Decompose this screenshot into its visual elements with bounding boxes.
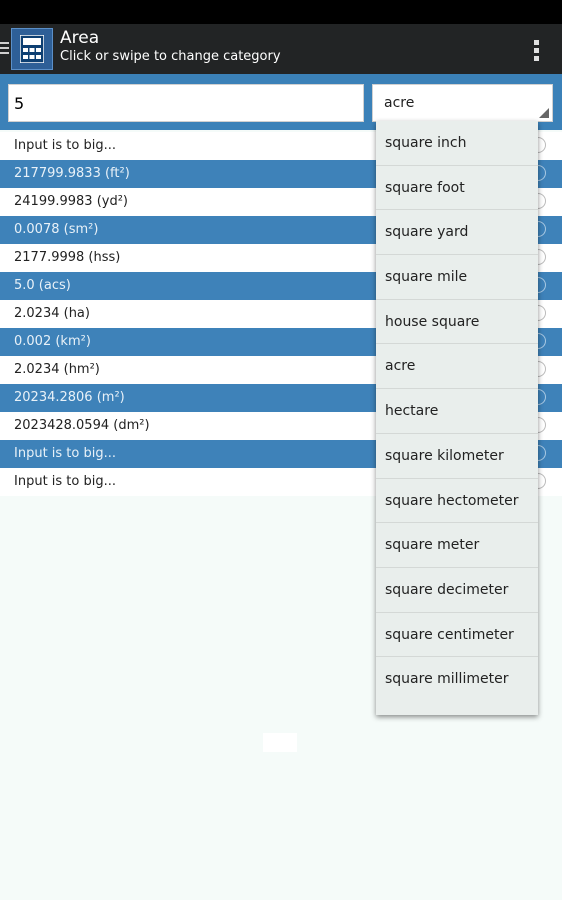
unit-option-label: square meter xyxy=(385,537,480,554)
unit-select[interactable]: acre xyxy=(372,84,553,122)
unit-option[interactable]: square decimeter xyxy=(376,568,538,613)
result-text: 2023428.0594 (dm²) xyxy=(14,418,150,433)
unit-select-value: acre xyxy=(384,95,415,111)
unit-option-label: square kilometer xyxy=(385,447,504,464)
unit-option-label: house square xyxy=(385,313,480,330)
unit-option-label: square centimeter xyxy=(385,626,514,643)
result-text: Input is to big... xyxy=(14,474,117,489)
unit-option[interactable]: house square xyxy=(376,300,538,345)
result-text: 24199.9983 (yd²) xyxy=(14,194,129,209)
unit-option-label: hectare xyxy=(385,403,439,420)
unit-option[interactable]: acre xyxy=(376,344,538,390)
unit-option[interactable]: square hectometer xyxy=(376,479,538,524)
page-title: Area xyxy=(60,28,100,48)
unit-option-label: square hectometer xyxy=(385,492,519,509)
unit-option[interactable]: square kilometer xyxy=(376,434,538,479)
unit-option[interactable]: square yard xyxy=(376,210,538,256)
unit-option[interactable]: square foot xyxy=(376,166,538,211)
unit-option[interactable]: square millimeter xyxy=(376,657,538,702)
result-text: Input is to big... xyxy=(14,138,117,153)
unit-option-label: square millimeter xyxy=(385,671,509,688)
calculator-icon[interactable] xyxy=(11,28,53,70)
page-subtitle: Click or swipe to change category xyxy=(60,49,281,64)
unit-option-label: square yard xyxy=(385,224,469,241)
overflow-menu-icon[interactable] xyxy=(534,40,540,64)
result-text: Input is to big... xyxy=(14,446,117,461)
unit-option-label: square foot xyxy=(385,179,465,196)
app-bar: Area Click or swipe to change category xyxy=(0,24,562,74)
result-text: 2177.9998 (hss) xyxy=(14,250,121,265)
result-text: 20234.2806 (m²) xyxy=(14,390,125,405)
unit-option[interactable]: square inch xyxy=(376,121,538,166)
result-text: 217799.9833 (ft²) xyxy=(14,166,130,181)
unit-option-label: acre xyxy=(385,358,416,375)
value-input[interactable] xyxy=(8,84,364,122)
unit-option[interactable]: square centimeter xyxy=(376,613,538,658)
status-bar xyxy=(0,0,562,24)
unit-option[interactable]: square meter xyxy=(376,523,538,568)
unit-option-label: square decimeter xyxy=(385,581,509,598)
dropdown-corner-icon xyxy=(539,108,549,118)
result-text: 2.0234 (hm²) xyxy=(14,362,100,377)
drawer-icon[interactable] xyxy=(0,42,9,57)
unit-option-label: square mile xyxy=(385,269,468,286)
unit-option-label: square inch xyxy=(385,135,467,151)
result-text: 0.002 (km²) xyxy=(14,334,91,349)
result-text: 0.0078 (sm²) xyxy=(14,222,99,237)
unit-dropdown-menu: square inch square foot square yard squa… xyxy=(376,121,538,715)
blank-chip xyxy=(263,733,297,752)
unit-option[interactable]: square mile xyxy=(376,255,538,300)
unit-option[interactable]: hectare xyxy=(376,389,538,434)
result-text: 2.0234 (ha) xyxy=(14,306,90,321)
result-text: 5.0 (acs) xyxy=(14,278,71,293)
